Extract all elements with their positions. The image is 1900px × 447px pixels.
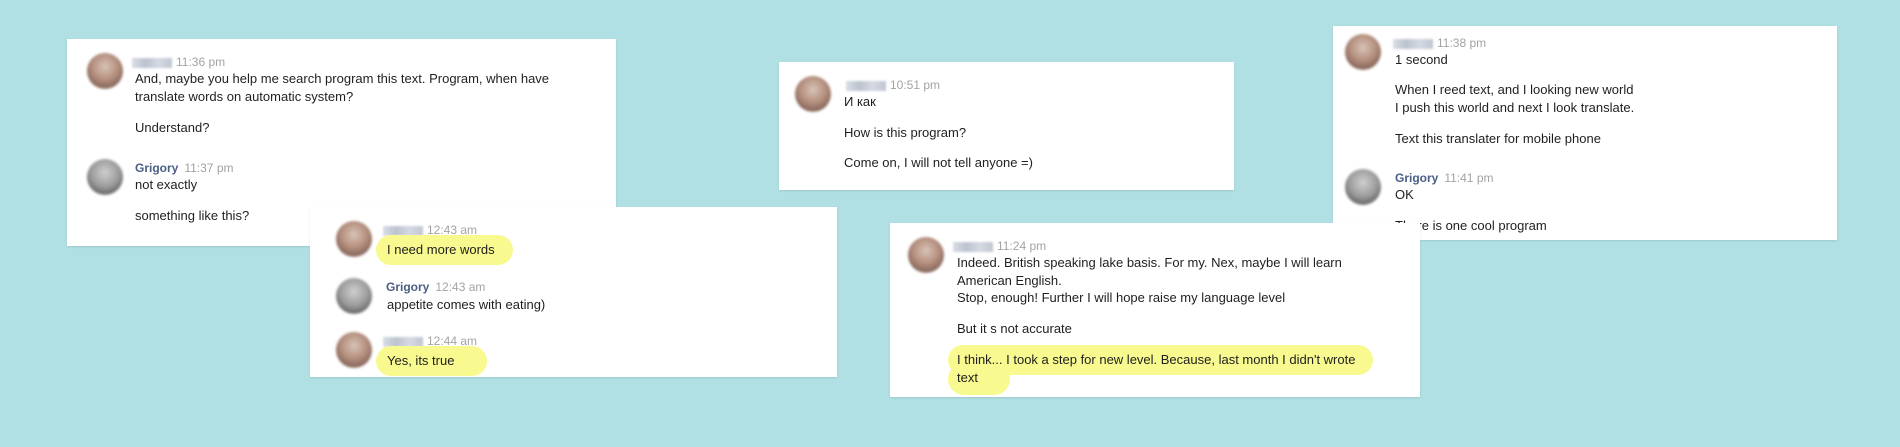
author-name[interactable]: Grigory bbox=[1395, 171, 1438, 185]
message-time: 11:24 pm bbox=[997, 239, 1047, 253]
message-text: И как bbox=[844, 94, 876, 109]
message-header: 10:51 pm bbox=[846, 78, 940, 92]
grigory-avatar[interactable] bbox=[1345, 169, 1381, 205]
user-avatar[interactable] bbox=[1345, 34, 1381, 70]
message-header: 11:36 pm bbox=[132, 55, 225, 69]
message-text: Text this translater for mobile phone bbox=[1395, 131, 1601, 146]
message-header: Grigory 12:43 am bbox=[386, 280, 485, 294]
message-text: And, maybe you help me search program th… bbox=[135, 71, 550, 86]
message-text: OK bbox=[1395, 187, 1414, 202]
message-header: Grigory 11:37 pm bbox=[135, 161, 234, 175]
message-text: I push this world and next I look transl… bbox=[1395, 100, 1635, 115]
message-text: translate words on automatic system? bbox=[135, 89, 354, 104]
chat-card-5: 11:38 pm 1 second When I reed text, and … bbox=[1333, 26, 1837, 240]
message-header: Grigory 11:41 pm bbox=[1395, 171, 1494, 185]
message-time: 11:38 pm bbox=[1437, 36, 1487, 50]
user-avatar[interactable] bbox=[336, 332, 372, 368]
chat-card-4: 11:24 pm Indeed. British speaking lake b… bbox=[890, 223, 1420, 397]
blurred-username bbox=[132, 57, 172, 68]
chat-card-3: 10:51 pm И как How is this program? Come… bbox=[779, 62, 1234, 190]
message-header: 11:38 pm bbox=[1393, 36, 1486, 50]
message-time: 10:51 pm bbox=[890, 78, 941, 92]
user-avatar[interactable] bbox=[336, 221, 372, 257]
message-text: American English. bbox=[957, 273, 1062, 288]
message-text: Understand? bbox=[135, 120, 210, 135]
user-avatar[interactable] bbox=[795, 76, 831, 112]
message-text: something like this? bbox=[135, 208, 250, 223]
user-avatar[interactable] bbox=[87, 53, 123, 89]
message-text: I think... I took a step for new level. … bbox=[957, 352, 1356, 367]
message-time: 11:37 pm bbox=[184, 161, 234, 175]
message-text: not exactly bbox=[135, 177, 198, 192]
message-text: But it s not accurate bbox=[957, 321, 1072, 336]
user-avatar[interactable] bbox=[908, 237, 944, 273]
message-text: How is this program? bbox=[844, 125, 967, 140]
message-text: I need more words bbox=[387, 242, 495, 257]
blurred-username bbox=[953, 241, 993, 252]
blurred-username bbox=[1393, 38, 1433, 49]
message-time: 12:43 am bbox=[435, 280, 486, 294]
message-time: 11:41 pm bbox=[1444, 171, 1494, 185]
message-text: text bbox=[957, 370, 978, 385]
blurred-username bbox=[846, 80, 886, 91]
author-name[interactable]: Grigory bbox=[386, 280, 429, 294]
author-name[interactable]: Grigory bbox=[135, 161, 178, 175]
message-text: appetite comes with eating) bbox=[387, 297, 546, 312]
message-text: Indeed. British speaking lake basis. For… bbox=[957, 255, 1342, 270]
grigory-avatar[interactable] bbox=[87, 159, 123, 195]
message-text: Come on, I will not tell anyone =) bbox=[844, 155, 1033, 170]
message-text: When I reed text, and I looking new worl… bbox=[1395, 82, 1634, 97]
message-header: 11:24 pm bbox=[953, 239, 1046, 253]
message-time: 11:36 pm bbox=[176, 55, 226, 69]
message-text: 1 second bbox=[1395, 52, 1448, 67]
message-text: Yes, its true bbox=[387, 353, 455, 368]
grigory-avatar[interactable] bbox=[336, 278, 372, 314]
chat-card-2: 12:43 am I need more words Grigory 12:43 … bbox=[310, 207, 837, 377]
message-text: Stop, enough! Further I will hope raise … bbox=[957, 290, 1286, 305]
